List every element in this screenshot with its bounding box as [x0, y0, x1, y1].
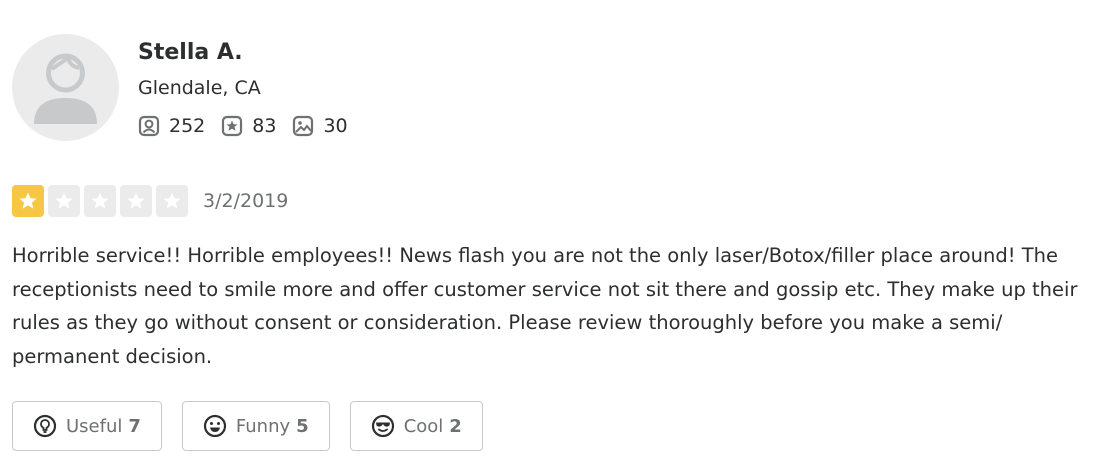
useful-button[interactable]: Useful 7: [12, 401, 162, 452]
reviews-stat: 83: [221, 115, 276, 137]
useful-count: 7: [128, 415, 141, 437]
smiley-icon: [203, 415, 227, 438]
useful-label: Useful: [66, 415, 123, 437]
friends-count: 252: [169, 115, 206, 137]
funny-count: 5: [296, 415, 309, 437]
user-name[interactable]: Stella A.: [138, 37, 364, 69]
star-icon: [127, 192, 145, 209]
rating-star-1: [12, 185, 44, 217]
funny-label: Funny: [235, 415, 291, 437]
review-text: Horrible service!! Horrible employees!! …: [12, 244, 1078, 368]
avatar[interactable]: [12, 34, 119, 141]
cool-count: 2: [449, 415, 462, 437]
user-stats: 252 83 30: [138, 112, 364, 140]
lightbulb-icon: [33, 415, 57, 438]
user-passport: Stella A. Glendale, CA 252 83 30: [12, 34, 1102, 141]
star-icon: [19, 192, 37, 209]
review-card: Stella A. Glendale, CA 252 83 30 3/2/201…: [12, 34, 1102, 452]
friends-stat: 252: [138, 115, 205, 137]
rating-star-4: [120, 185, 152, 217]
rating-star-5: [156, 185, 188, 217]
photo-icon: [293, 115, 314, 137]
sunglasses-icon: [371, 415, 394, 438]
rating-star-3: [84, 185, 116, 217]
rating-row: 3/2/2019: [12, 185, 1102, 217]
review-star-icon: [222, 115, 243, 137]
user-info: Stella A. Glendale, CA 252 83 30: [138, 34, 364, 140]
funny-button[interactable]: Funny 5: [181, 401, 330, 452]
review-date: 3/2/2019: [203, 190, 289, 212]
default-user-icon: [34, 53, 97, 124]
star-icon: [163, 192, 181, 209]
friends-icon: [138, 115, 160, 137]
rating-star-2: [48, 185, 80, 217]
star-icon: [91, 192, 109, 209]
photos-count: 30: [323, 115, 348, 137]
star-icon: [55, 192, 73, 209]
reaction-buttons: Useful 7 Funny 5 Cool 2: [12, 401, 1102, 452]
star-rating: [12, 185, 192, 217]
photos-stat: 30: [292, 115, 348, 137]
cool-label: Cool: [403, 415, 444, 437]
cool-button[interactable]: Cool 2: [349, 401, 483, 452]
reviews-count: 83: [252, 115, 277, 137]
user-location: Glendale, CA: [138, 77, 261, 99]
